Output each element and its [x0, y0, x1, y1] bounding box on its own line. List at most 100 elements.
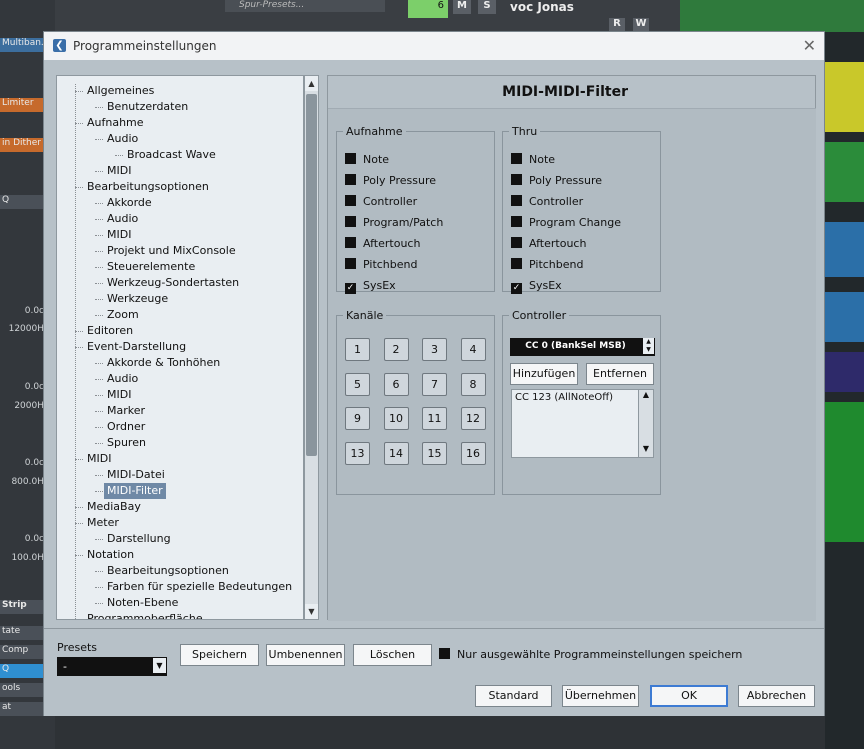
tree-item[interactable]: Darstellung — [107, 531, 171, 547]
tree-item[interactable]: Werkzeuge — [107, 291, 168, 307]
tree-scrollbar[interactable]: ▲ ▼ — [304, 75, 319, 620]
tree-item[interactable]: Marker — [107, 403, 145, 419]
tree-item[interactable]: Noten-Ebene — [107, 595, 178, 611]
read-button[interactable]: R — [609, 18, 625, 31]
checkbox-box[interactable] — [345, 216, 356, 227]
tree-item[interactable]: Audio — [107, 131, 138, 147]
tree-item[interactable]: MIDI-Datei — [107, 467, 165, 483]
tree-item[interactable]: Projekt und MixConsole — [107, 243, 236, 259]
tree-item[interactable]: Farben für spezielle Bedeutungen — [107, 579, 292, 595]
channel-button[interactable]: 13 — [345, 441, 370, 465]
close-icon[interactable]: ✕ — [803, 36, 816, 55]
tree-item[interactable]: Editoren — [87, 323, 133, 339]
checkbox-box[interactable] — [345, 195, 356, 206]
controller-select[interactable]: CC 0 (BankSel MSB) ▲ ▼ — [510, 338, 655, 356]
filter-checkbox[interactable]: Controller — [511, 194, 583, 210]
checkbox-box[interactable] — [511, 258, 522, 269]
checkbox-box[interactable] — [511, 216, 522, 227]
rename-preset-button[interactable]: Umbenennen — [266, 644, 345, 666]
channel-button[interactable]: 12 — [460, 407, 486, 430]
tree-item[interactable]: MIDI — [87, 451, 111, 467]
write-button[interactable]: W — [633, 18, 649, 31]
tree-item[interactable]: Audio — [107, 371, 138, 387]
filter-checkbox[interactable]: ✓ SysEx — [345, 278, 396, 294]
ok-button[interactable]: OK — [650, 685, 728, 707]
checkbox-box[interactable] — [511, 153, 522, 164]
remove-controller-button[interactable]: Entfernen — [586, 363, 654, 385]
tree-item[interactable]: Bearbeitungsoptionen — [107, 563, 229, 579]
filter-checkbox[interactable]: Pitchbend — [345, 257, 417, 273]
tree-item[interactable]: Event-Darstellung — [87, 339, 186, 355]
checkbox-box[interactable] — [345, 153, 356, 164]
channel-button[interactable]: 14 — [383, 441, 409, 465]
tree-item[interactable]: Ordner — [107, 419, 145, 435]
only-selected-checkbox[interactable]: Nur ausgewählte Programmeinstellungen sp… — [439, 647, 742, 663]
channel-button[interactable]: 15 — [422, 441, 447, 465]
channel-button[interactable]: 16 — [460, 441, 486, 465]
channel-button[interactable]: 10 — [383, 407, 409, 430]
tree-item[interactable]: Spuren — [107, 435, 146, 451]
list-item[interactable]: CC 123 (AllNoteOff) — [515, 392, 613, 403]
filter-checkbox[interactable]: Note — [511, 152, 555, 168]
chevron-down-icon[interactable]: ▼ — [153, 658, 166, 673]
tree-item[interactable]: MIDI — [107, 163, 131, 179]
filter-checkbox[interactable]: Poly Pressure — [511, 173, 602, 189]
add-controller-button[interactable]: Hinzufügen — [510, 363, 578, 385]
scroll-up-icon[interactable]: ▲ — [639, 390, 653, 403]
checkbox-box[interactable] — [345, 258, 356, 269]
channel-button[interactable]: 8 — [460, 372, 486, 396]
scroll-down-icon[interactable]: ▼ — [639, 444, 653, 457]
check-icon[interactable]: ✓ — [511, 283, 522, 294]
tree-item[interactable]: Programmoberfläche — [87, 611, 203, 619]
channel-button[interactable]: 7 — [422, 372, 447, 396]
channel-button[interactable]: 6 — [383, 372, 409, 396]
filter-checkbox[interactable]: Pitchbend — [511, 257, 583, 273]
tree-item[interactable]: Notation — [87, 547, 134, 563]
channel-button[interactable]: 1 — [345, 338, 370, 361]
filter-checkbox[interactable]: Program Change — [511, 215, 621, 231]
presets-select[interactable]: - ▼ — [57, 657, 167, 676]
list-scrollbar[interactable]: ▲ ▼ — [638, 390, 653, 457]
tree-item[interactable]: Werkzeug-Sondertasten — [107, 275, 239, 291]
checkbox-box[interactable] — [511, 174, 522, 185]
filter-checkbox[interactable]: ✓ SysEx — [511, 278, 562, 294]
tree-item[interactable]: Bearbeitungsoptionen — [87, 179, 209, 195]
tree-item[interactable]: Zoom — [107, 307, 139, 323]
checkbox-box[interactable] — [511, 237, 522, 248]
tree-item[interactable]: Akkorde & Tonhöhen — [107, 355, 220, 371]
tree-item[interactable]: MIDI-Filter — [104, 483, 166, 499]
filter-checkbox[interactable]: Poly Pressure — [345, 173, 436, 189]
channel-button[interactable]: 4 — [460, 338, 486, 361]
controller-list[interactable]: CC 123 (AllNoteOff) ▲ ▼ — [511, 389, 654, 458]
tree-item[interactable]: Aufnahme — [87, 115, 144, 131]
tree-item[interactable]: MIDI — [107, 387, 131, 403]
checkbox-box[interactable] — [511, 195, 522, 206]
save-preset-button[interactable]: Speichern — [180, 644, 259, 666]
channel-button[interactable]: 3 — [422, 338, 447, 361]
spin-icon[interactable]: ▲ ▼ — [643, 338, 654, 354]
filter-checkbox[interactable]: Note — [345, 152, 389, 168]
channel-button[interactable]: 11 — [422, 407, 447, 430]
tree-item[interactable]: Meter — [87, 515, 119, 531]
tree-item[interactable]: Akkorde — [107, 195, 152, 211]
scroll-down-icon[interactable]: ▼ — [305, 604, 318, 619]
tree-item[interactable]: MediaBay — [87, 499, 141, 515]
standard-button[interactable]: Standard — [475, 685, 552, 707]
filter-checkbox[interactable]: Aftertouch — [511, 236, 586, 252]
track-presets-field[interactable]: Spur-Presets... — [225, 0, 385, 12]
preferences-tree[interactable]: Allgemeines Benutzerdaten Aufnahme Audio Bro… — [56, 75, 304, 620]
tree-item[interactable]: Audio — [107, 211, 138, 227]
checkbox-box[interactable] — [345, 237, 356, 248]
check-icon[interactable]: ✓ — [345, 283, 356, 294]
scroll-up-icon[interactable]: ▲ — [305, 76, 318, 91]
filter-checkbox[interactable]: Controller — [345, 194, 417, 210]
channel-button[interactable]: 9 — [345, 407, 370, 430]
channel-button[interactable]: 5 — [345, 372, 370, 396]
filter-checkbox[interactable]: Aftertouch — [345, 236, 420, 252]
apply-button[interactable]: Übernehmen — [562, 685, 639, 707]
tree-item[interactable]: Steuerelemente — [107, 259, 195, 275]
tree-item[interactable]: Benutzerdaten — [107, 99, 188, 115]
tree-item[interactable]: Broadcast Wave — [127, 147, 216, 163]
filter-checkbox[interactable]: Program/Patch — [345, 215, 443, 231]
solo-button[interactable]: S — [478, 0, 496, 14]
